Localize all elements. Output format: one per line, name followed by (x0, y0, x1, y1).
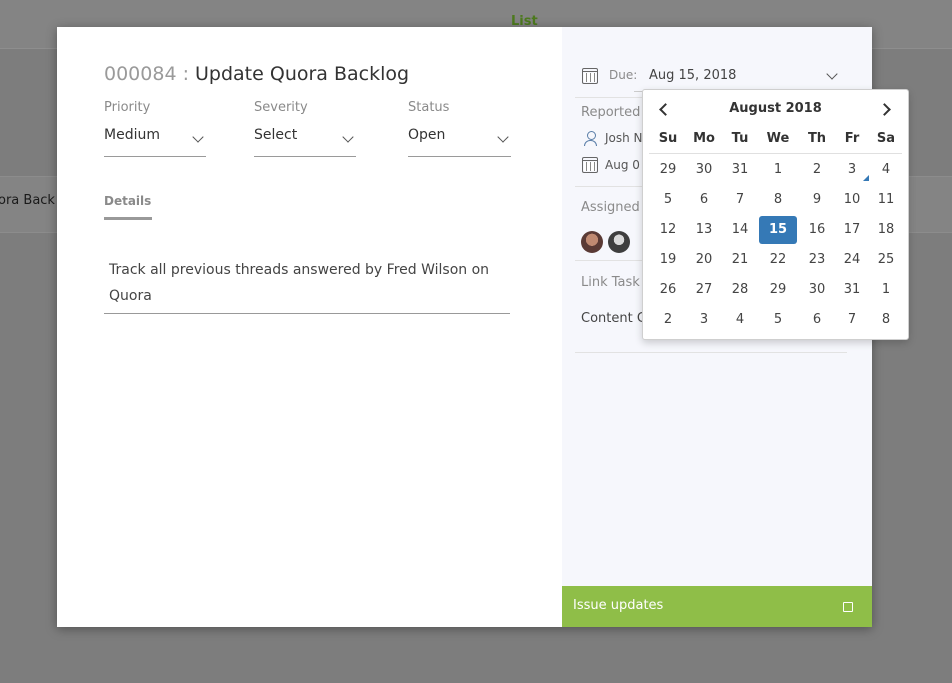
calendar-day[interactable]: 23 (798, 246, 836, 274)
issue-title-text: Update Quora Backlog (195, 63, 410, 85)
description-text: Track all previous threads answered by F… (109, 262, 490, 304)
issue-main-panel: 000084 : Update Quora Backlog Priority M… (57, 27, 562, 627)
priority-value: Medium (104, 127, 160, 143)
calendar-day[interactable]: 26 (649, 276, 687, 304)
reporter-name[interactable]: Josh N (605, 131, 643, 145)
due-date-input[interactable]: Aug 15, 2018 (649, 68, 736, 83)
assigned-label: Assigned (581, 200, 640, 215)
calendar-day[interactable]: 5 (759, 306, 797, 334)
calendar-day[interactable]: 6 (798, 306, 836, 334)
issue-title[interactable]: 000084 : Update Quora Backlog (104, 63, 409, 85)
weekday-header: Mo (693, 131, 715, 146)
due-label: Due: (609, 68, 638, 82)
avatar[interactable] (608, 231, 630, 253)
calendar-day[interactable]: 2 (798, 156, 836, 184)
chevron-down-icon (192, 131, 204, 143)
calendar-day[interactable]: 29 (649, 156, 687, 184)
calendar-day[interactable]: 6 (685, 186, 723, 214)
calendar-day[interactable]: 22 (759, 246, 797, 274)
calendar-day[interactable]: 17 (833, 216, 871, 244)
tab-details-indicator (104, 217, 152, 220)
calendar-day[interactable]: 25 (867, 246, 905, 274)
issue-updates-bar[interactable]: Issue updates (562, 586, 872, 627)
calendar-day[interactable]: 3 (833, 156, 871, 184)
calendar-day[interactable]: 7 (721, 186, 759, 214)
priority-select[interactable]: Medium (104, 125, 206, 157)
date-picker-month[interactable]: August 2018 (643, 101, 908, 116)
maximize-icon[interactable] (843, 602, 853, 612)
severity-label: Severity (254, 100, 308, 115)
calendar-day[interactable]: 3 (685, 306, 723, 334)
calendar-day[interactable]: 21 (721, 246, 759, 274)
calendar-day[interactable]: 4 (721, 306, 759, 334)
calendar-day[interactable]: 9 (798, 186, 836, 214)
severity-value: Select (254, 127, 298, 143)
weekday-header: Su (658, 131, 678, 146)
description-field[interactable]: Track all previous threads answered by F… (104, 255, 510, 314)
calendar-day[interactable]: 15 (759, 216, 797, 244)
issue-updates-label: Issue updates (573, 598, 664, 613)
calendar-day[interactable]: 28 (721, 276, 759, 304)
link-task-label: Link Task (581, 275, 640, 290)
calendar-day[interactable]: 27 (685, 276, 723, 304)
chevron-down-icon (342, 131, 354, 143)
calendar-day[interactable]: 31 (721, 156, 759, 184)
calendar-day[interactable]: 29 (759, 276, 797, 304)
issue-id-separator: : (176, 63, 196, 85)
calendar-day[interactable]: 12 (649, 216, 687, 244)
calendar-day[interactable]: 7 (833, 306, 871, 334)
date-picker-divider (649, 153, 902, 154)
weekday-header: Sa (876, 131, 896, 146)
calendar-day[interactable]: 8 (759, 186, 797, 214)
calendar-day[interactable]: 13 (685, 216, 723, 244)
background-row-text: ora Back (0, 193, 55, 208)
calendar-day[interactable]: 1 (867, 276, 905, 304)
calendar-day[interactable]: 18 (867, 216, 905, 244)
divider (575, 352, 847, 353)
reported-label: Reported (581, 105, 641, 120)
chevron-down-icon (497, 131, 509, 143)
weekday-header: We (766, 131, 790, 146)
calendar-icon (582, 68, 598, 84)
weekday-header: Fr (844, 131, 860, 146)
status-value: Open (408, 127, 446, 143)
calendar-day[interactable]: 16 (798, 216, 836, 244)
calendar-day[interactable]: 10 (833, 186, 871, 214)
calendar-day[interactable]: 31 (833, 276, 871, 304)
calendar-day[interactable]: 11 (867, 186, 905, 214)
calendar-day[interactable]: 24 (833, 246, 871, 274)
calendar-icon (582, 157, 598, 173)
calendar-day[interactable]: 30 (685, 156, 723, 184)
date-picker: August 2018 Su Mo Tu We Th Fr Sa 29 30 31 1 2 3 4 5 6 7… (642, 89, 909, 340)
calendar-day[interactable]: 8 (867, 306, 905, 334)
calendar-day[interactable]: 1 (759, 156, 797, 184)
calendar-day[interactable]: 20 (685, 246, 723, 274)
calendar-day[interactable]: 30 (798, 276, 836, 304)
avatar[interactable] (581, 231, 603, 253)
tab-details[interactable]: Details (104, 194, 151, 208)
linked-task-item[interactable]: Content C (581, 311, 646, 326)
chevron-down-icon[interactable] (826, 68, 838, 80)
next-month-icon[interactable] (879, 102, 893, 116)
user-icon (584, 131, 598, 146)
calendar-day[interactable]: 19 (649, 246, 687, 274)
weekday-header: Tu (731, 131, 749, 146)
status-label: Status (408, 100, 450, 115)
reported-date: Aug 0 (605, 158, 640, 172)
severity-select[interactable]: Select (254, 125, 356, 157)
calendar-day[interactable]: 2 (649, 306, 687, 334)
weekday-header: Th (807, 131, 827, 146)
status-select[interactable]: Open (408, 125, 511, 157)
priority-label: Priority (104, 100, 151, 115)
calendar-day[interactable]: 4 (867, 156, 905, 184)
issue-id: 000084 (104, 63, 177, 85)
calendar-day[interactable]: 14 (721, 216, 759, 244)
calendar-day[interactable]: 5 (649, 186, 687, 214)
